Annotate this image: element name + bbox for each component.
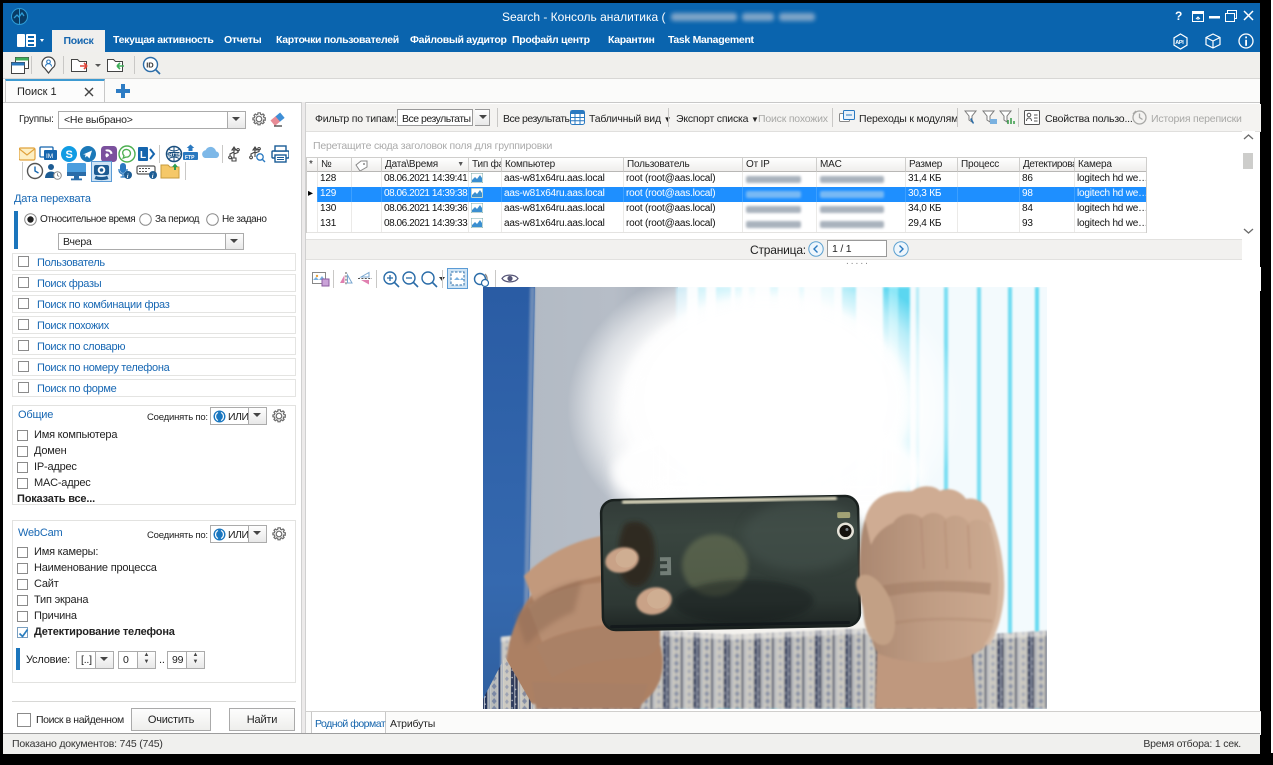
svg-text:ID: ID [146, 60, 154, 69]
svg-text:IM: IM [46, 153, 53, 160]
svg-text:S: S [66, 149, 73, 161]
svg-text:HTTP: HTTP [169, 152, 180, 157]
svg-text:i: i [127, 173, 129, 180]
svg-text:FTP: FTP [185, 155, 195, 161]
svg-text:i: i [152, 173, 154, 180]
svg-text:API: API [1175, 40, 1184, 46]
svg-text:L: L [140, 150, 146, 161]
